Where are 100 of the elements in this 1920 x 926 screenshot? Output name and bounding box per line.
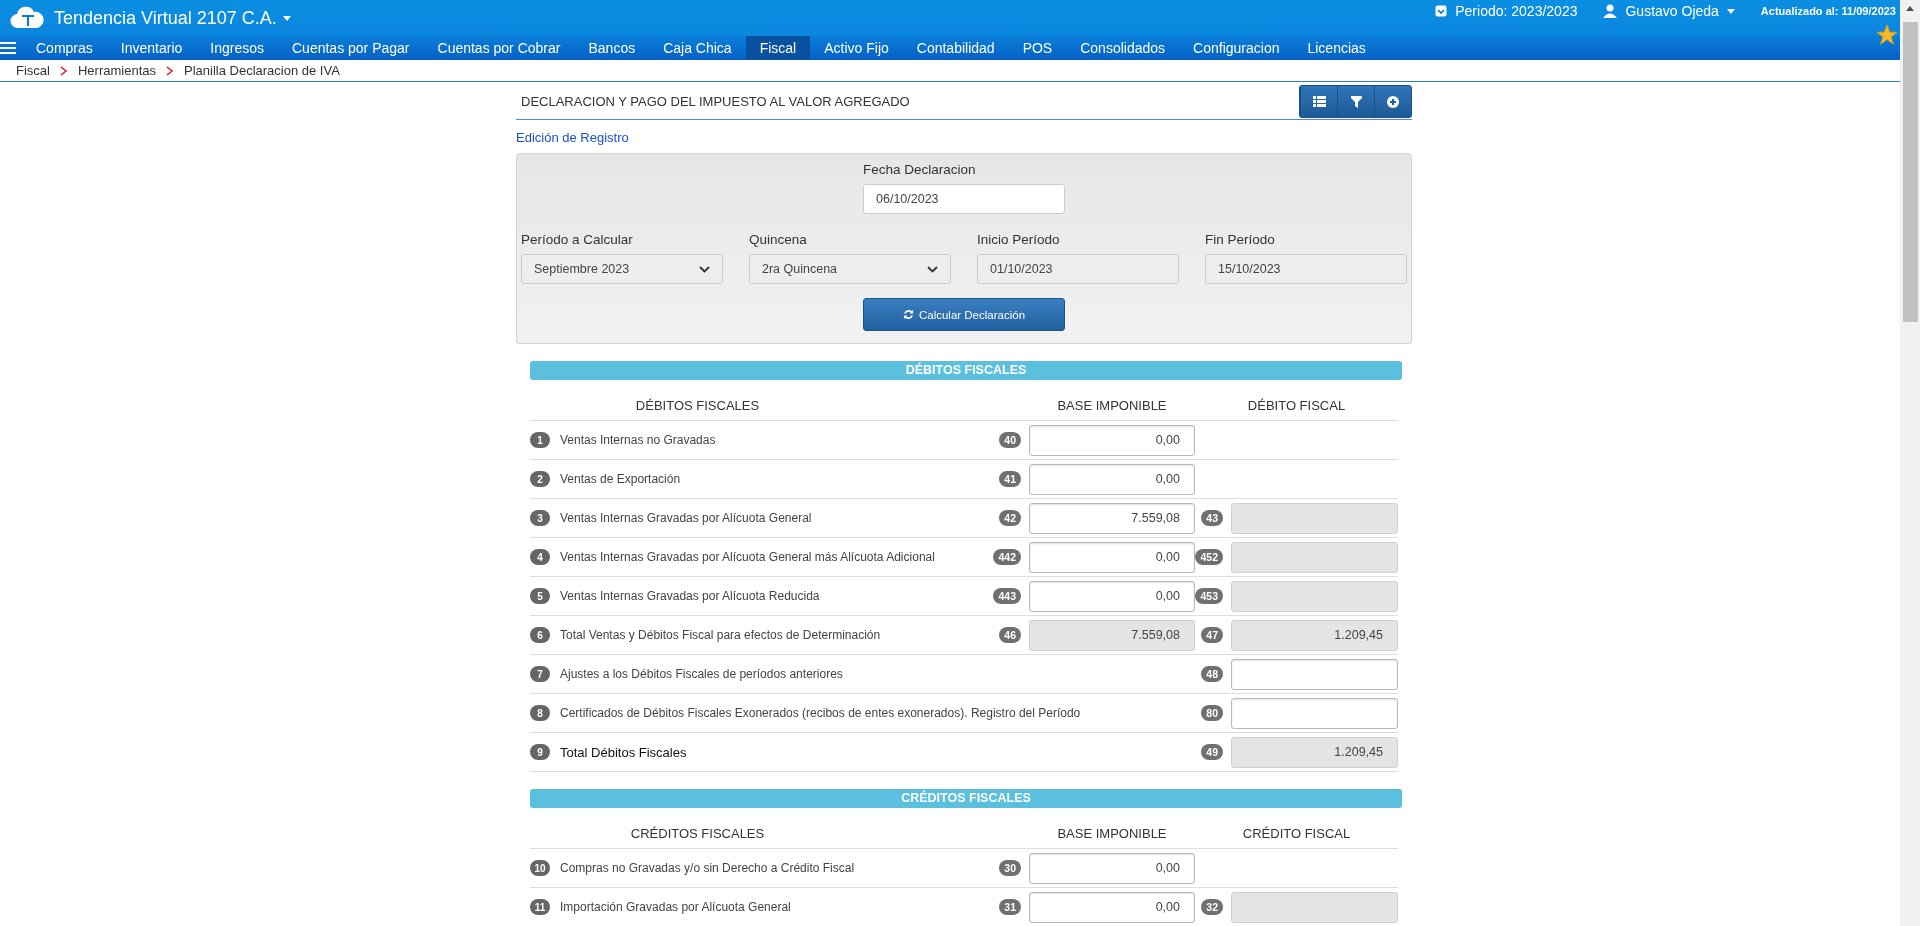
panel-title: DECLARACION Y PAGO DEL IMPUESTO AL VALOR AGREGADO (520, 94, 910, 109)
user-menu[interactable]: Gustavo Ojeda (1603, 3, 1735, 19)
code-badge: 41 (999, 471, 1021, 487)
row-label: Ajustes a los Débitos Fiscales de períodos anteriores (559, 667, 844, 681)
row-label: Compras no Gravadas y/o sin Derecho a Crédito Fiscal (559, 861, 856, 875)
amount-field[interactable] (1231, 541, 1398, 573)
nav-tab[interactable]: Licencias (1293, 36, 1380, 60)
row-label: Ventas Internas Gravadas por Alícuota General (559, 511, 813, 525)
nav-tab[interactable]: Bancos (574, 36, 650, 60)
field-label: Período a Calcular (521, 232, 634, 247)
cloud-logo-icon (10, 6, 44, 30)
nav-tab[interactable]: Caja Chica (649, 36, 746, 60)
nav-tab[interactable]: Contabilidad (902, 36, 1009, 60)
code-badge: 30 (999, 860, 1021, 876)
user-icon (1603, 4, 1618, 18)
amount-field[interactable]: 0,00 (1029, 891, 1195, 923)
menu-icon[interactable] (0, 41, 16, 55)
company-menu[interactable]: Tendencia Virtual 2107 C.A. (54, 7, 291, 29)
amount-field[interactable] (1231, 658, 1398, 690)
row-label: Ventas de Exportación (559, 472, 682, 486)
row-label: Total Débitos Fiscales (559, 744, 688, 760)
section-header: CRÉDITOS FISCALES (530, 789, 1402, 808)
column-header: CRÉDITOS FISCALES (629, 825, 766, 841)
amount-field[interactable] (1231, 580, 1398, 612)
line-number: 2 (530, 471, 550, 487)
plus-circle-icon (1387, 95, 1399, 108)
row-label: Certificados de Débitos Fiscales Exonerados (recibos de entes exonerados). Registro del Período (559, 706, 1082, 720)
code-badge: 40 (999, 432, 1021, 448)
amount-field[interactable]: 0,00 (1029, 852, 1195, 884)
amount-field[interactable]: 0,00 (1029, 541, 1195, 573)
list-icon (1312, 96, 1326, 107)
nav-tab[interactable]: POS (1008, 36, 1067, 60)
nav-tab[interactable]: Configuracion (1179, 36, 1294, 60)
row-label: Ventas Internas no Gravadas (559, 433, 717, 447)
code-badge: 453 (1195, 588, 1223, 604)
amount-field[interactable]: 1.209,45 (1231, 736, 1398, 768)
chevron-down-icon (927, 265, 938, 273)
field-label: Fecha Declaracion (863, 162, 977, 177)
amount-field[interactable]: 1.209,45 (1231, 619, 1398, 651)
nav-tab[interactable]: Inventario (106, 36, 197, 60)
amount-field[interactable] (1231, 891, 1398, 923)
amount-field[interactable]: 7.559,08 (1029, 502, 1195, 534)
breadcrumb-link[interactable]: Herramientas (77, 63, 156, 78)
field-label: Quincena (749, 232, 808, 247)
filter-button[interactable] (1337, 86, 1374, 117)
amount-field[interactable]: 0,00 (1029, 424, 1195, 456)
amount-field[interactable] (1231, 502, 1398, 534)
select-field[interactable]: Septiembre 2023 (521, 254, 723, 284)
calculate-button[interactable]: Calcular Declaración (863, 298, 1065, 331)
period-selector[interactable]: Periodo: 2023/2023 (1435, 3, 1578, 19)
row-label: Ventas Internas Gravadas por Alícuota Reducida (559, 589, 821, 603)
code-badge: 32 (1201, 899, 1223, 915)
code-badge: 49 (1201, 744, 1223, 760)
nav-tab[interactable]: Activo Fijo (810, 36, 903, 60)
list-button[interactable] (1300, 86, 1337, 117)
nav-tab[interactable]: Cuentas por Cobrar (423, 36, 575, 60)
chevron-down-icon (699, 265, 710, 273)
scrollbar-thumb[interactable] (1902, 22, 1918, 322)
select-field[interactable]: 2ra Quincena (749, 254, 951, 284)
nav-tab[interactable]: Ingresos (196, 36, 278, 60)
scrollbar[interactable] (1900, 0, 1920, 926)
nav-tab[interactable]: Consolidados (1066, 36, 1180, 60)
line-number: 8 (530, 705, 550, 721)
nav-tab[interactable]: Fiscal (745, 36, 811, 60)
star-icon[interactable] (1876, 24, 1898, 46)
amount-field[interactable]: 7.559,08 (1029, 619, 1195, 651)
amount-field[interactable]: 0,00 (1029, 580, 1195, 612)
breadcrumb-link[interactable]: Planilla Declaracion de IVA (184, 63, 340, 78)
caret-down-icon (1726, 8, 1735, 14)
readonly-field: 15/10/2023 (1205, 254, 1407, 284)
caret-down-icon (282, 15, 291, 21)
updated-date: Actualizado al: 11/09/2023 (1760, 5, 1896, 17)
section-header: DÉBITOS FISCALES (530, 361, 1402, 380)
line-number: 10 (530, 860, 550, 876)
line-number: 6 (530, 627, 550, 643)
column-header: BASE IMPONIBLE (1056, 825, 1168, 841)
nav-tab[interactable]: Compras (22, 36, 107, 60)
date-field[interactable]: 06/10/2023 (863, 184, 1065, 214)
code-badge: 80 (1201, 705, 1223, 721)
section-subtitle: Edición de Registro (516, 129, 630, 147)
breadcrumb-link[interactable]: Fiscal (16, 63, 50, 78)
code-badge: 43 (1201, 510, 1223, 526)
line-number: 1 (530, 432, 550, 448)
code-badge: 31 (999, 899, 1021, 915)
line-number: 11 (530, 899, 550, 915)
line-number: 5 (530, 588, 550, 604)
line-number: 9 (530, 744, 550, 760)
amount-field[interactable] (1231, 697, 1398, 729)
code-badge: 42 (999, 510, 1021, 526)
nav-tab[interactable]: Cuentas por Pagar (278, 36, 424, 60)
row-label: Ventas Internas Gravadas por Alícuota General más Alícuota Adicional (559, 550, 936, 564)
column-header: DÉBITOS FISCALES (634, 397, 761, 413)
add-button[interactable] (1374, 86, 1411, 117)
row-label: Total Ventas y Débitos Fiscal para efectos de Determinación (559, 628, 882, 642)
amount-field[interactable]: 0,00 (1029, 463, 1195, 495)
column-header: BASE IMPONIBLE (1056, 397, 1168, 413)
field-label: Inicio Período (977, 232, 1061, 247)
code-badge: 47 (1201, 627, 1223, 643)
row-label: Importación Gravadas por Alícuota General (559, 900, 792, 914)
code-badge: 48 (1201, 666, 1223, 682)
